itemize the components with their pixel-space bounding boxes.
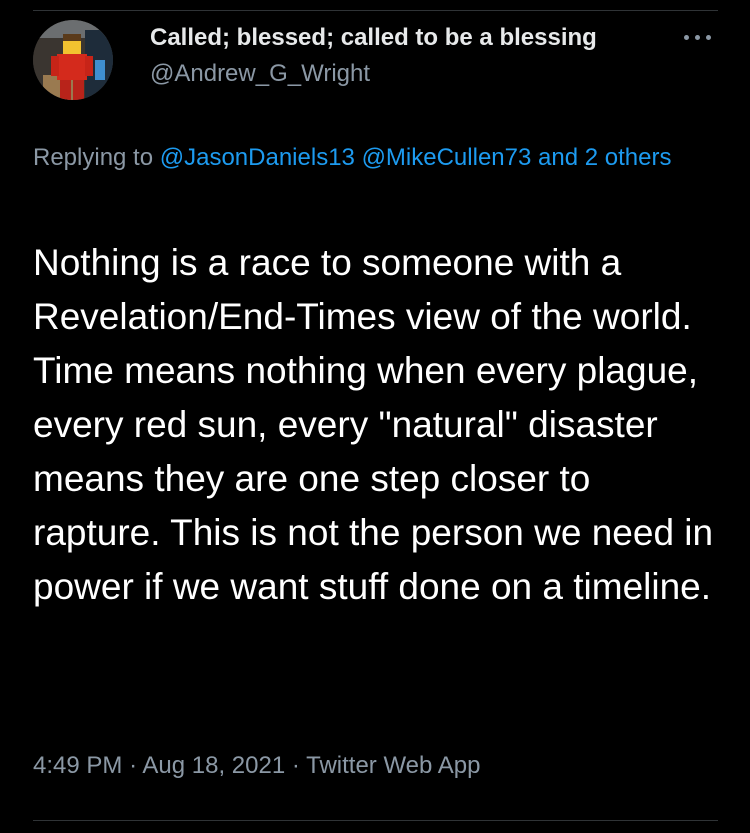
more-horizontal-icon [695,35,700,40]
bottom-divider [33,820,718,821]
tweet-text: Nothing is a race to someone with a Reve… [33,242,714,607]
tweet-time[interactable]: 4:49 PM [33,752,122,779]
tweet-meta: 4:49 PM · Aug 18, 2021 · Twitter Web App [33,752,480,780]
meta-separator: · [291,752,300,779]
mention-link[interactable]: @MikeCullen73 [362,144,532,171]
more-horizontal-icon [684,35,689,40]
replying-to-line: Replying to @JasonDaniels13 @MikeCullen7… [33,140,703,176]
mention-link[interactable]: @JasonDaniels13 [160,144,355,171]
tweet-source[interactable]: Twitter Web App [306,752,480,779]
avatar[interactable] [33,20,113,100]
more-horizontal-icon [706,35,711,40]
tweet-date[interactable]: Aug 18, 2021 [142,752,285,779]
top-divider [33,10,718,11]
replying-to-label: Replying to [33,144,154,171]
meta-separator: · [129,752,138,779]
author-handle[interactable]: @Andrew_G_Wright [150,60,370,88]
more-options-button[interactable] [680,24,716,48]
others-link[interactable]: and 2 others [538,144,671,171]
avatar-image [33,20,113,100]
author-display-name[interactable]: Called; blessed; called to be a blessing [150,24,650,52]
